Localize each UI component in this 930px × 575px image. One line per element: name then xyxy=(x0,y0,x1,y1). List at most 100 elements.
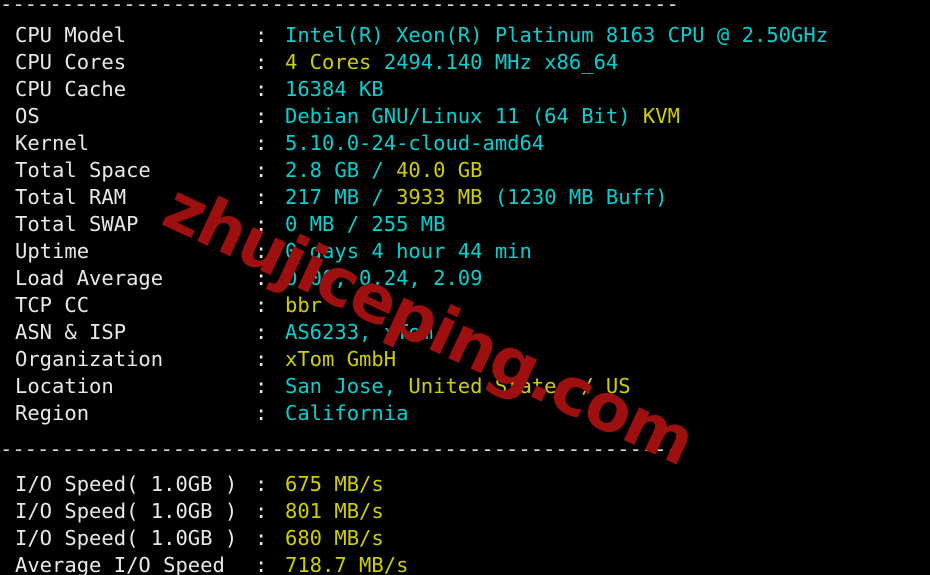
system-info-value-segment: 16384 KB xyxy=(285,77,384,101)
io-result-label: I/O Speed( 1.0GB ) xyxy=(15,499,238,523)
system-info-colon: : xyxy=(255,320,268,344)
system-info-value-segment: Debian GNU/Linux 11 (64 Bit) xyxy=(285,104,643,128)
system-info-colon: : xyxy=(255,77,268,101)
system-info-value-segment: 0.00, 0.24, 2.09 xyxy=(285,266,483,290)
io-results-block: I/O Speed( 1.0GB ):675 MB/s I/O Speed( 1.… xyxy=(0,471,930,575)
system-info-row: Organization: xTom GmbH xyxy=(0,346,930,373)
system-info-value-segment: KVM xyxy=(642,104,680,128)
system-info-value-segment: 2494.140 MHz x86_64 xyxy=(371,50,619,74)
system-info-value-segment: 4 Cores xyxy=(285,50,372,74)
io-result-value-segment: 801 MB/s xyxy=(285,499,384,523)
separator-middle: ----------------------------------------… xyxy=(0,437,679,461)
system-info-colon: : xyxy=(255,293,268,317)
io-result-colon: : xyxy=(255,472,268,496)
system-info-row: Total Space:2.8 GB / 40.0 GB xyxy=(0,157,930,184)
io-result-colon: : xyxy=(255,553,268,575)
system-info-value: 0 days 4 hour 44 min xyxy=(285,238,532,265)
system-info-value: 4 Cores 2494.140 MHz x86_64 xyxy=(285,49,618,76)
system-info-colon: : xyxy=(255,50,268,74)
system-info-row: Load Average:0.00, 0.24, 2.09 xyxy=(0,265,930,292)
io-result-row: I/O Speed( 1.0GB ):680 MB/s xyxy=(0,525,930,552)
io-result-value: 718.7 MB/s xyxy=(285,552,408,575)
system-info-value-segment: Intel(R) Xeon(R) Platinum 8163 CPU @ 2.5… xyxy=(285,23,829,47)
system-info-value-segment: 0 days 4 hour 44 min xyxy=(285,239,532,263)
system-info-value: xTom GmbH xyxy=(285,346,396,373)
system-info-row: Location: San Jose, United States / US xyxy=(0,373,930,400)
system-info-row: Uptime:0 days 4 hour 44 min xyxy=(0,238,930,265)
system-info-colon: : xyxy=(255,266,268,290)
system-info-row: Total SWAP:0 MB / 255 MB xyxy=(0,211,930,238)
terminal-output: ----------------------------------------… xyxy=(0,0,930,575)
system-info-colon: : xyxy=(255,158,268,182)
system-info-value-segment: United States / US xyxy=(408,374,631,398)
system-info-value-segment: bbr xyxy=(285,293,323,317)
system-info-value-segment: xTom GmbH xyxy=(285,347,397,371)
system-info-label: ASN & ISP xyxy=(15,320,127,344)
system-info-value-segment: San Jose, xyxy=(285,374,409,398)
system-info-value: bbr xyxy=(285,292,322,319)
system-info-row: ASN & ISP: AS6233, xTom xyxy=(0,319,930,346)
system-info-row: OS: Debian GNU/Linux 11 (64 Bit) KVM xyxy=(0,103,930,130)
system-info-value: 16384 KB xyxy=(285,76,384,103)
io-result-row: Average I/O Speed:718.7 MB/s xyxy=(0,552,930,575)
system-info-label: Total Space xyxy=(15,158,151,182)
system-info-row: CPU Model: Intel(R) Xeon(R) Platinum 8163… xyxy=(0,22,930,49)
system-info-value-segment: California xyxy=(285,401,409,425)
io-result-label: I/O Speed( 1.0GB ) xyxy=(15,472,238,496)
system-info-colon: : xyxy=(255,185,268,209)
system-info-label: Load Average xyxy=(15,266,164,290)
system-info-value: 0.00, 0.24, 2.09 xyxy=(285,265,482,292)
spacer-mid xyxy=(0,427,930,436)
system-info-value-segment: 3933 MB xyxy=(396,185,483,209)
io-result-value-segment: 718.7 MB/s xyxy=(285,553,409,575)
system-info-row: Region: California xyxy=(0,400,930,427)
system-info-label: CPU Cores xyxy=(15,50,127,74)
system-info-label: CPU Cache xyxy=(15,77,127,101)
io-result-colon: : xyxy=(255,526,268,550)
system-info-value: 217 MB / 3933 MB (1230 MB Buff) xyxy=(285,184,668,211)
system-info-value: 0 MB / 255 MB xyxy=(285,211,445,238)
system-info-value-segment: AS6233, xTom xyxy=(285,320,434,344)
system-info-label: Region xyxy=(15,401,90,425)
system-info-colon: : xyxy=(255,212,268,236)
system-info-row: Kernel:5.10.0-24-cloud-amd64 xyxy=(0,130,930,157)
system-info-colon: : xyxy=(255,23,268,47)
system-info-value-segment: (1230 MB Buff) xyxy=(482,185,668,209)
system-info-row: TCP CC: bbr xyxy=(0,292,930,319)
system-info-value-segment: 2.8 GB / xyxy=(285,158,397,182)
system-info-label: Total SWAP xyxy=(15,212,139,236)
system-info-value-segment: 40.0 GB xyxy=(396,158,483,182)
io-result-label: Average I/O Speed xyxy=(15,553,225,575)
system-info-colon: : xyxy=(255,104,268,128)
io-result-value: 675 MB/s xyxy=(285,471,384,498)
system-info-colon: : xyxy=(255,131,268,155)
io-result-row: I/O Speed( 1.0GB ):675 MB/s xyxy=(0,471,930,498)
system-info-label: Total RAM xyxy=(15,185,127,209)
system-info-value-segment: 0 MB / 255 MB xyxy=(285,212,446,236)
system-info-value: 5.10.0-24-cloud-amd64 xyxy=(285,130,544,157)
system-info-colon: : xyxy=(255,347,268,371)
system-info-label: Location xyxy=(15,374,114,398)
system-info-block: CPU Model: Intel(R) Xeon(R) Platinum 8163… xyxy=(0,22,930,427)
system-info-label: CPU Model xyxy=(15,23,127,47)
io-result-value: 680 MB/s xyxy=(285,525,384,552)
io-result-value-segment: 675 MB/s xyxy=(285,472,384,496)
system-info-label: Uptime xyxy=(15,239,90,263)
system-info-label: TCP CC xyxy=(15,293,90,317)
system-info-value: California xyxy=(285,400,408,427)
system-info-value: Debian GNU/Linux 11 (64 Bit) KVM xyxy=(285,103,680,130)
system-info-value: San Jose, United States / US xyxy=(285,373,631,400)
io-result-value-segment: 680 MB/s xyxy=(285,526,384,550)
separator-top: ----------------------------------------… xyxy=(0,0,679,14)
system-info-value-segment: 5.10.0-24-cloud-amd64 xyxy=(285,131,545,155)
system-info-colon: : xyxy=(255,239,268,263)
spacer-io xyxy=(0,463,930,471)
system-info-colon: : xyxy=(255,374,268,398)
io-result-row: I/O Speed( 1.0GB ):801 MB/s xyxy=(0,498,930,525)
system-info-row: Total RAM:217 MB / 3933 MB (1230 MB Buff… xyxy=(0,184,930,211)
system-info-value: Intel(R) Xeon(R) Platinum 8163 CPU @ 2.5… xyxy=(285,22,828,49)
system-info-row: CPU Cache:16384 KB xyxy=(0,76,930,103)
io-result-value: 801 MB/s xyxy=(285,498,384,525)
system-info-colon: : xyxy=(255,401,268,425)
system-info-label: Organization xyxy=(15,347,164,371)
